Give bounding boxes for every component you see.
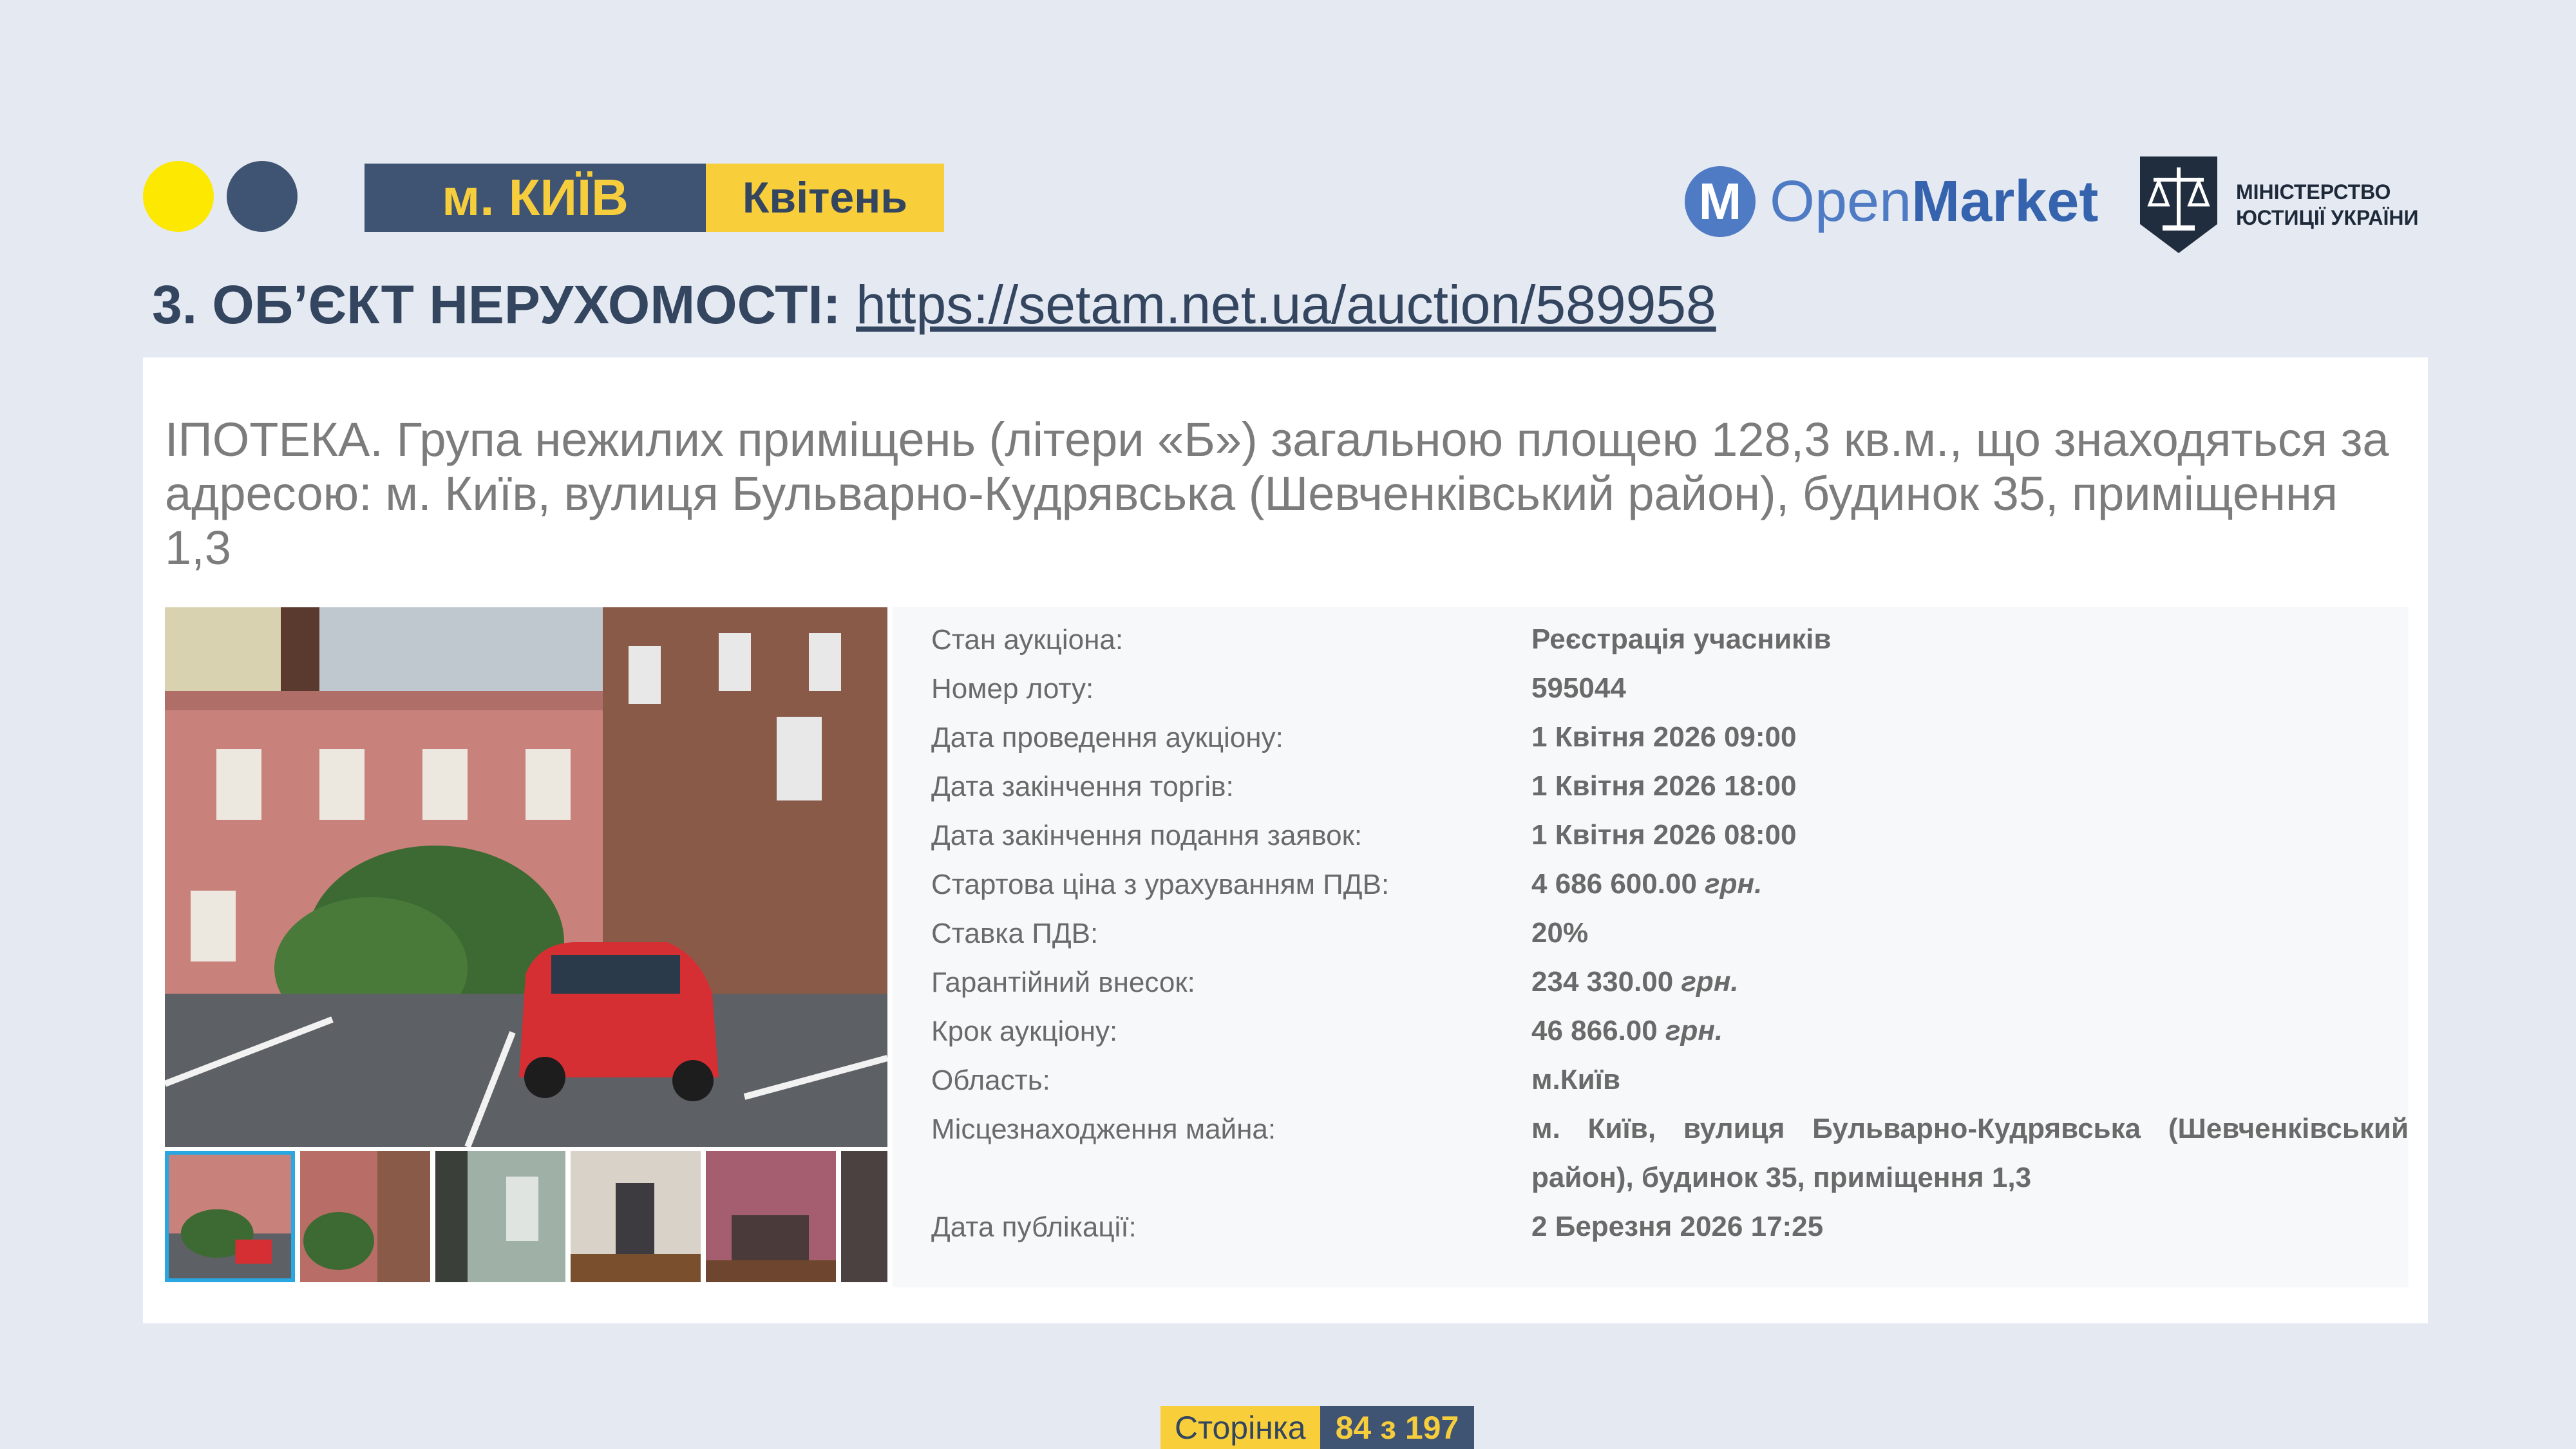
- auction-details-table: Стан аукціона: Реєстрація учасників Номе…: [893, 607, 2409, 1287]
- thumbnail-4[interactable]: [571, 1151, 701, 1282]
- detail-label: Місцезнаходження майна:: [931, 1113, 1276, 1145]
- section-title-prefix: 3. ОБ’ЄКТ НЕРУХОМОСТІ:: [152, 274, 841, 335]
- main-property-photo[interactable]: [165, 607, 887, 1147]
- detail-label: Гарантійний внесок:: [931, 967, 1195, 998]
- detail-value: 1 Квітня 2026 08:00: [1531, 819, 1797, 851]
- section-title: 3. ОБ’ЄКТ НЕРУХОМОСТІ: https://setam.net…: [152, 274, 1716, 336]
- detail-value: 1 Квітня 2026 09:00: [1531, 721, 1797, 753]
- city-label: м. КИЇВ: [365, 164, 706, 232]
- navy-circle: [227, 161, 298, 232]
- month-label: Квітень: [706, 164, 944, 232]
- photo-thumbnails: [165, 1151, 887, 1285]
- openmarket-logo: M OpenMarket: [1685, 166, 2098, 237]
- detail-value: 46 866.00 грн.: [1531, 1015, 1723, 1046]
- ministry-of-justice-logo: МІНІСТЕРСТВО ЮСТИЦІЇ УКРАЇНИ: [2137, 153, 2418, 256]
- detail-value: 2 Березня 2026 17:25: [1531, 1211, 1824, 1242]
- page-number: 84 з 197: [1320, 1406, 1475, 1449]
- listing-card: ІПОТЕКА. Група нежилих приміщень (літери…: [143, 357, 2428, 1323]
- scales-shield-icon: [2140, 156, 2217, 253]
- page-indicator: Сторінка 84 з 197: [1160, 1406, 1475, 1449]
- detail-value: 595044: [1531, 672, 1626, 704]
- thumbnail-5[interactable]: [706, 1151, 836, 1282]
- detail-value: 1 Квітня 2026 18:00: [1531, 770, 1797, 802]
- yellow-circle: [143, 161, 214, 232]
- detail-label: Дата проведення аукціону:: [931, 722, 1283, 753]
- detail-label: Стан аукціона:: [931, 624, 1124, 656]
- detail-value: м. Київ, вулиця Бульварно-Кудрявська (Ше…: [1531, 1113, 2409, 1193]
- thumbnail-3[interactable]: [435, 1151, 565, 1282]
- detail-label: Дата закінчення торгів:: [931, 771, 1234, 802]
- listing-title: ІПОТЕКА. Група нежилих приміщень (літери…: [165, 413, 2389, 574]
- thumbnail-6[interactable]: [841, 1151, 887, 1282]
- detail-value: м.Київ: [1531, 1064, 1621, 1095]
- detail-label: Номер лоту:: [931, 673, 1094, 705]
- detail-value: Реєстрація учасників: [1531, 623, 1832, 655]
- thumbnail-2[interactable]: [300, 1151, 430, 1282]
- thumbnail-1[interactable]: [165, 1151, 295, 1282]
- detail-label: Дата закінчення подання заявок:: [931, 820, 1363, 851]
- detail-label: Область:: [931, 1065, 1050, 1096]
- detail-value: 234 330.00 грн.: [1531, 966, 1739, 998]
- auction-link[interactable]: https://setam.net.ua/auction/589958: [856, 274, 1716, 335]
- openmarket-logo-icon: M: [1685, 166, 1756, 237]
- detail-label: Ставка ПДВ:: [931, 918, 1099, 949]
- ministry-of-justice-text: МІНІСТЕРСТВО ЮСТИЦІЇ УКРАЇНИ: [2236, 180, 2419, 229]
- page-label: Сторінка: [1160, 1406, 1320, 1449]
- detail-label: Стартова ціна з урахуванням ПДВ:: [931, 869, 1390, 900]
- openmarket-logo-text: OpenMarket: [1770, 169, 2099, 234]
- detail-value: 20%: [1531, 917, 1589, 949]
- detail-label: Крок аукціону:: [931, 1016, 1118, 1047]
- detail-value: 4 686 600.00 грн.: [1531, 868, 1763, 900]
- detail-label: Дата публікації:: [931, 1211, 1137, 1243]
